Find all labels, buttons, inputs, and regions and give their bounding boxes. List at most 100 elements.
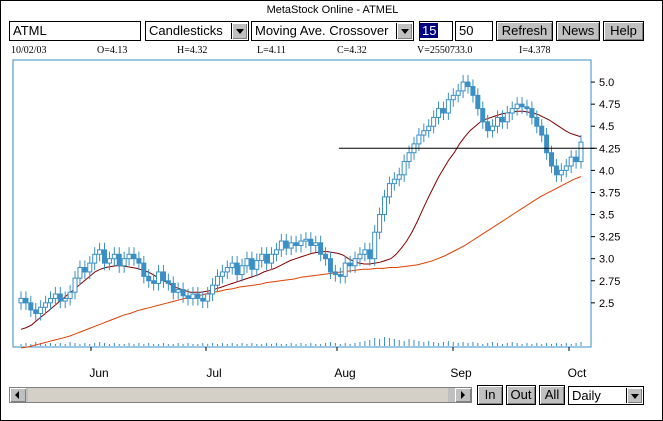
- candle-body: [529, 108, 535, 118]
- volume-bar: [99, 342, 101, 346]
- window-title: MetaStock Online - ATMEL: [266, 4, 399, 16]
- period-select[interactable]: Daily: [568, 386, 644, 405]
- scroll-left-icon[interactable]: [10, 388, 26, 402]
- x-tick-label: Sep: [450, 366, 472, 380]
- candle-body: [214, 275, 220, 286]
- news-button[interactable]: News: [556, 21, 600, 41]
- candle-body: [524, 106, 530, 110]
- candle-body: [347, 262, 353, 267]
- candle-body: [426, 125, 432, 132]
- volume-bar: [536, 343, 538, 346]
- volume-bar: [89, 344, 91, 346]
- candle-body: [33, 309, 39, 314]
- volume-bar: [162, 343, 164, 346]
- candle-body: [549, 152, 555, 167]
- help-button[interactable]: Help: [603, 21, 644, 41]
- volume-bar: [334, 343, 336, 346]
- candle-body: [229, 262, 235, 269]
- refresh-button[interactable]: Refresh: [496, 21, 553, 41]
- volume-bar: [69, 342, 71, 346]
- chart-type-select[interactable]: Candlesticks: [145, 21, 249, 41]
- indicator-select[interactable]: Moving Ave. Crossover: [251, 21, 414, 41]
- symbol-input[interactable]: ATML: [9, 21, 141, 41]
- volume-bar: [202, 343, 204, 346]
- candle-body: [18, 297, 24, 304]
- volume-bar: [192, 344, 194, 346]
- candle-body: [175, 289, 181, 293]
- zoom-in-button[interactable]: In: [477, 385, 503, 405]
- volume-bar: [74, 343, 76, 346]
- candle-body: [573, 156, 579, 163]
- candle-body: [205, 293, 211, 302]
- candle-body: [386, 183, 392, 198]
- volume-bar: [104, 343, 106, 346]
- volume-bar: [231, 343, 233, 346]
- volume-bar: [113, 343, 115, 346]
- candle-body: [160, 271, 166, 282]
- candle-body: [485, 121, 491, 132]
- candle-body: [38, 306, 44, 314]
- candle-body: [544, 134, 550, 154]
- candle-body: [195, 293, 201, 299]
- param1-input[interactable]: 15: [419, 21, 453, 41]
- volume-bar: [261, 344, 263, 346]
- scroll-track[interactable]: [28, 388, 448, 402]
- zoom-all-button[interactable]: All: [539, 385, 565, 405]
- y-tick-label: 5.0: [599, 77, 614, 89]
- candle-body: [352, 258, 358, 267]
- candle-body: [62, 297, 68, 302]
- candle-body: [87, 262, 93, 273]
- volume-bar: [329, 342, 331, 346]
- candle-body: [558, 169, 564, 176]
- candle-body: [180, 289, 186, 297]
- volume-bar: [128, 343, 130, 346]
- candle-body: [431, 116, 437, 127]
- volume-bar: [221, 343, 223, 346]
- volume-bar: [197, 344, 199, 346]
- y-tick-label: 3.25: [599, 232, 620, 244]
- candle-body: [416, 134, 422, 145]
- volume-bar: [133, 344, 135, 346]
- candle-body: [514, 103, 520, 110]
- volume-bar: [467, 343, 469, 346]
- volume-bar: [354, 343, 356, 346]
- chevron-down-icon[interactable]: [231, 23, 247, 39]
- horizontal-scrollbar[interactable]: [9, 387, 472, 403]
- candle-body: [391, 178, 397, 185]
- volume-bar: [364, 341, 366, 346]
- volume-bar: [305, 344, 307, 346]
- candle-body: [362, 249, 368, 255]
- chevron-down-icon[interactable]: [626, 388, 642, 403]
- param2-input[interactable]: 50: [455, 21, 493, 41]
- volume-bar: [271, 344, 273, 346]
- y-tick-label: 4.0: [599, 165, 614, 177]
- candle-body: [156, 271, 162, 284]
- volume-bar: [452, 342, 454, 346]
- candle-body: [43, 302, 49, 308]
- candle-body: [249, 258, 255, 270]
- candle-body: [278, 240, 284, 251]
- candle-body: [288, 242, 294, 249]
- volume-bar: [118, 344, 120, 346]
- chevron-down-icon[interactable]: [396, 23, 412, 39]
- volume-bar: [25, 343, 27, 346]
- candle-body: [313, 242, 319, 246]
- volume-bar: [320, 344, 322, 346]
- volume-bar: [310, 343, 312, 346]
- zoom-out-button[interactable]: Out: [506, 385, 536, 405]
- volume-bar: [492, 342, 494, 346]
- price-chart[interactable]: 5.0 4.75 4.5 4.25 4.0 3.75 3.5 3.25 3.0 2.75 2.5 J…: [9, 45, 657, 385]
- candle-body: [539, 125, 545, 136]
- volume-bar: [408, 339, 410, 346]
- y-tick-label: 3.5: [599, 210, 614, 222]
- volume-bar: [551, 344, 553, 346]
- volume-bar: [521, 344, 523, 346]
- scroll-right-icon[interactable]: [455, 388, 471, 402]
- volume-bar: [49, 343, 51, 346]
- candle-body: [92, 253, 98, 264]
- candle-body: [170, 282, 176, 293]
- candle-body: [269, 253, 275, 264]
- volume-bar: [506, 343, 508, 346]
- volume-bar: [501, 344, 503, 346]
- candle-body: [460, 81, 466, 92]
